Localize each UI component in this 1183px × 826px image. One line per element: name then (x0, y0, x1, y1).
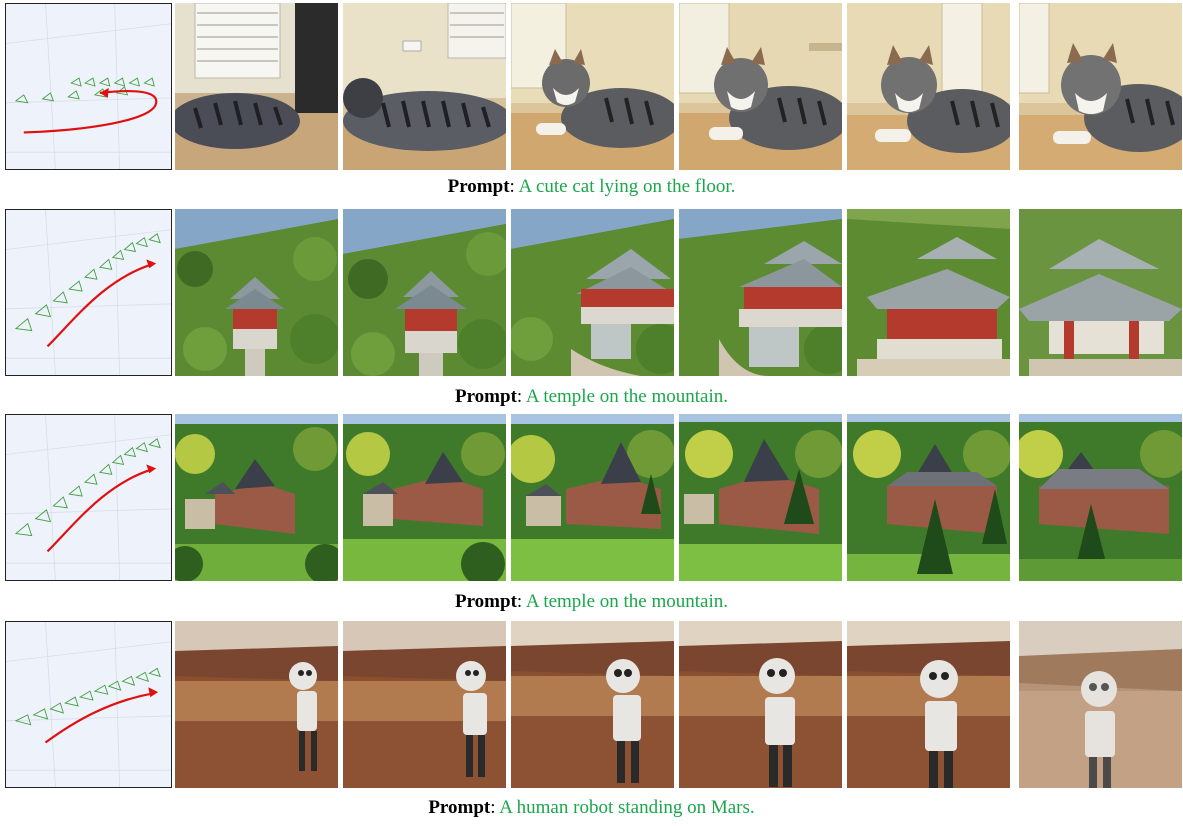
prompt-text: A temple on the mountain. (525, 591, 728, 612)
video-frame-2 (343, 414, 506, 581)
video-frame-3 (511, 209, 674, 376)
video-frame-4 (679, 3, 842, 170)
video-frame-3 (511, 621, 674, 788)
prompt-text: A cute cat lying on the floor. (518, 176, 736, 197)
prompt-caption: Prompt: A temple on the mountain. (0, 386, 1183, 408)
camera-trajectory-plot (5, 414, 172, 581)
prompt-keyword: Prompt (428, 797, 491, 818)
prompt-keyword: Prompt (454, 386, 517, 407)
row-cat: Prompt: A cute cat lying on the floor. (0, 0, 1183, 200)
row-temple-2: Prompt: A temple on the mountain. (0, 414, 1183, 614)
prompt-caption: Prompt: A cute cat lying on the floor. (0, 176, 1183, 198)
video-frame-2 (343, 621, 506, 788)
prompt-separator: : (490, 797, 500, 818)
video-frame-5 (847, 209, 1010, 376)
video-frame-4 (679, 414, 842, 581)
video-frame-5 (847, 3, 1010, 170)
prompt-keyword: Prompt (454, 591, 517, 612)
prompt-keyword: Prompt (447, 176, 510, 197)
camera-trajectory-plot (5, 3, 172, 170)
prompt-separator: : (516, 386, 526, 407)
prompt-text: A temple on the mountain. (525, 386, 728, 407)
video-frame-6 (1019, 3, 1182, 170)
video-frame-5 (847, 621, 1010, 788)
video-frame-2 (343, 209, 506, 376)
camera-trajectory-plot (5, 621, 172, 788)
prompt-separator: : (516, 591, 526, 612)
video-frame-1 (175, 3, 338, 170)
video-frame-6 (1019, 621, 1182, 788)
video-frame-2 (343, 3, 506, 170)
video-frame-1 (175, 414, 338, 581)
prompt-caption: Prompt: A temple on the mountain. (0, 591, 1183, 613)
row-temple-1: Prompt: A temple on the mountain. (0, 208, 1183, 408)
video-frame-3 (511, 3, 674, 170)
video-frame-4 (679, 621, 842, 788)
video-frame-1 (175, 209, 338, 376)
prompt-text: A human robot standing on Mars. (499, 797, 755, 818)
camera-trajectory-plot (5, 209, 172, 376)
video-frame-1 (175, 621, 338, 788)
video-frame-6 (1019, 414, 1182, 581)
video-frame-4 (679, 209, 842, 376)
video-frame-3 (511, 414, 674, 581)
prompt-caption: Prompt: A human robot standing on Mars. (0, 797, 1183, 819)
prompt-separator: : (509, 176, 519, 197)
video-frame-6 (1019, 209, 1182, 376)
row-robot: Prompt: A human robot standing on Mars. (0, 621, 1183, 826)
video-frame-5 (847, 414, 1010, 581)
